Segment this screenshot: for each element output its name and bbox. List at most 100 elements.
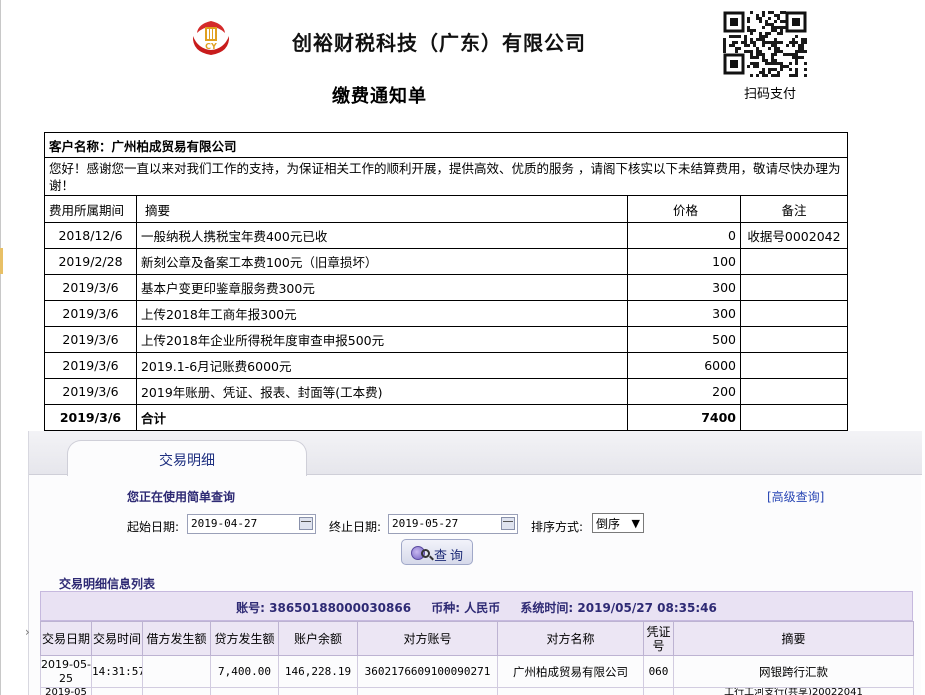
customer-name: 客户名称：广州柏成贸易有限公司 [44,132,848,158]
company-logo-icon: CY [192,21,230,55]
invoice-note [740,352,848,379]
tx-partial-cell [643,687,674,695]
invoice-note: 收据号0002042 [740,222,848,249]
total-date: 2019/3/6 [44,404,137,431]
invoice-price: 100 [627,248,741,275]
invoice-date: 2019/3/6 [44,352,137,379]
column-header: 凭证号 [643,621,674,656]
tx-counter-account: 3602176609100090271 [357,655,498,688]
column-header: 交易时间 [91,621,143,656]
invoice-note [740,326,848,353]
invoice-summary: 上传2018年工商年报300元 [135,300,629,327]
notice-title: 缴费通知单 [332,86,427,107]
total-note [740,404,848,431]
svg-text:CY: CY [205,42,217,51]
invoice-summary: 一般纳税人携税宝年费400元已收 [135,222,629,249]
invoice-header-row: 费用所属期间 摘要 价格 备注 [44,195,848,223]
greeting-row: 您好！感谢您一直以来对我们工作的支持，为保证相关工作的顺利开展，提供高效、优质的… [44,157,848,196]
invoice-date: 2019/3/6 [44,326,137,353]
invoice-date: 2018/12/6 [44,222,137,249]
total-label: 合计 [135,404,629,431]
tx-voucher: 060 [643,655,674,688]
invoice-summary: 基本户变更印鉴章服务费300元 [135,274,629,301]
end-date-input[interactable]: 2019-05-27 [388,514,518,534]
transaction-list-title: 交易明细信息列表 [59,577,156,591]
tx-date: 2019-05-25 [40,655,92,688]
invoice-summary: 上传2018年企业所得税年度审查申报500元 [135,326,629,353]
invoice-total-row: 2019/3/6 合计 7400 [44,404,848,431]
simple-query-notice: 您正在使用简单查询 [127,490,236,504]
calendar-icon[interactable] [299,517,313,530]
header-summary: 摘要 [135,195,629,223]
currency: 币种: 人民币 [431,601,501,615]
tx-memo: 网银跨行汇款 [673,655,914,688]
invoice-note [740,274,848,301]
invoice-date: 2019/3/6 [44,378,137,405]
invoice-date: 2019/2/28 [44,248,137,275]
column-header: 对方账号 [357,621,498,656]
transaction-row[interactable]: 2019-05-25 14:31:57 7,400.00 146,228.19 3602… [40,655,914,688]
end-date-label: 终止日期: [329,520,382,534]
chevron-down-icon: ▼ [631,517,640,530]
qr-code-icon[interactable] [721,9,809,77]
transaction-table: 交易日期 交易时间 借方发生额 贷方发生额 账户余额 对方账号 对方名称 凭证号 摘要 2019… [40,621,914,695]
tx-partial-cell [210,687,279,695]
invoice-note [740,248,848,275]
invoice-date: 2019/3/6 [44,300,137,327]
tx-debit [142,655,211,688]
invoice-row: 2019/3/6 上传2018年企业所得税年度审查申报500元 500 [44,326,848,353]
tx-partial-cell [91,687,143,695]
invoice-row: 2019/2/28 新刻公章及备案工本费100元（旧章损坏） 100 [44,248,848,275]
column-header: 对方名称 [497,621,644,656]
start-date-input[interactable]: 2019-04-27 [187,514,316,534]
query-button-label: 查询 [434,549,467,564]
end-date-value: 2019-05-27 [392,517,459,530]
fee-invoice-table: 客户名称：广州柏成贸易有限公司 您好！感谢您一直以来对我们工作的支持，为保证相关… [44,132,848,431]
account-summary: 账号: 38650188000030866 币种: 人民币 系统时间: 2019… [41,599,912,616]
invoice-note [740,378,848,405]
transaction-header-row: 交易日期 交易时间 借方发生额 贷方发生额 账户余额 对方账号 对方名称 凭证号 摘要 [40,621,914,656]
sort-order-value: 倒序 [596,517,621,531]
advanced-query-link[interactable]: [高级查询] [767,488,824,505]
customer-row: 客户名称：广州柏成贸易有限公司 [44,132,848,158]
invoice-row: 2019/3/6 基本户变更印鉴章服务费300元 300 [44,274,848,301]
bank-transaction-panel: 交易明细 您正在使用简单查询 [高级查询] 起始日期: 2019-04-27 终… [28,431,922,695]
header-price: 价格 [627,195,741,223]
account-number: 账号: 38650188000030866 [236,601,412,615]
transaction-row-partial: 2019-05 工行工河支行(共享)20022041 [40,687,914,695]
column-header: 交易日期 [40,621,92,656]
tx-time: 14:31:57 [91,655,143,688]
invoice-summary: 2019.1-6月记账费6000元 [135,352,629,379]
account-summary-bar: 账号: 38650188000030866 币种: 人民币 系统时间: 2019… [40,591,913,621]
search-icon [421,549,430,558]
left-edge-marker [0,248,3,274]
start-date-label: 起始日期: [127,520,180,534]
invoice-price: 6000 [627,352,741,379]
sort-label: 排序方式: [531,520,584,534]
company-name: 创裕财税科技（广东）有限公司 [292,31,586,55]
total-price: 7400 [627,404,741,431]
invoice-note [740,300,848,327]
tab-transaction-details[interactable]: 交易明细 [67,440,307,476]
start-date-value: 2019-04-27 [191,517,258,530]
header-period: 费用所属期间 [44,195,137,223]
tx-partial-cell [278,687,358,695]
tab-label: 交易明细 [159,453,215,469]
tx-partial-cell [497,687,644,695]
query-button[interactable]: 查询 [401,539,473,565]
system-time: 系统时间: 2019/05/27 08:35:46 [520,601,717,615]
column-header: 贷方发生额 [210,621,279,656]
calendar-icon[interactable] [501,517,515,530]
tx-partial-cell: 2019-05 [40,687,92,695]
invoice-summary: 新刻公章及备案工本费100元（旧章损坏） [135,248,629,275]
chevron-right-icon[interactable]: › [25,625,30,639]
invoice-summary: 2019年账册、凭证、报表、封面等(工本费) [135,378,629,405]
invoice-price: 300 [627,274,741,301]
invoice-row: 2018/12/6 一般纳税人携税宝年费400元已收 0 收据号0002042 [44,222,848,249]
sort-order-select[interactable]: 倒序 ▼ [592,513,644,533]
tx-partial-cell [142,687,211,695]
window-left-border [0,0,1,695]
qr-pay-label: 扫码支付 [744,87,797,102]
invoice-price: 0 [627,222,741,249]
invoice-price: 300 [627,300,741,327]
